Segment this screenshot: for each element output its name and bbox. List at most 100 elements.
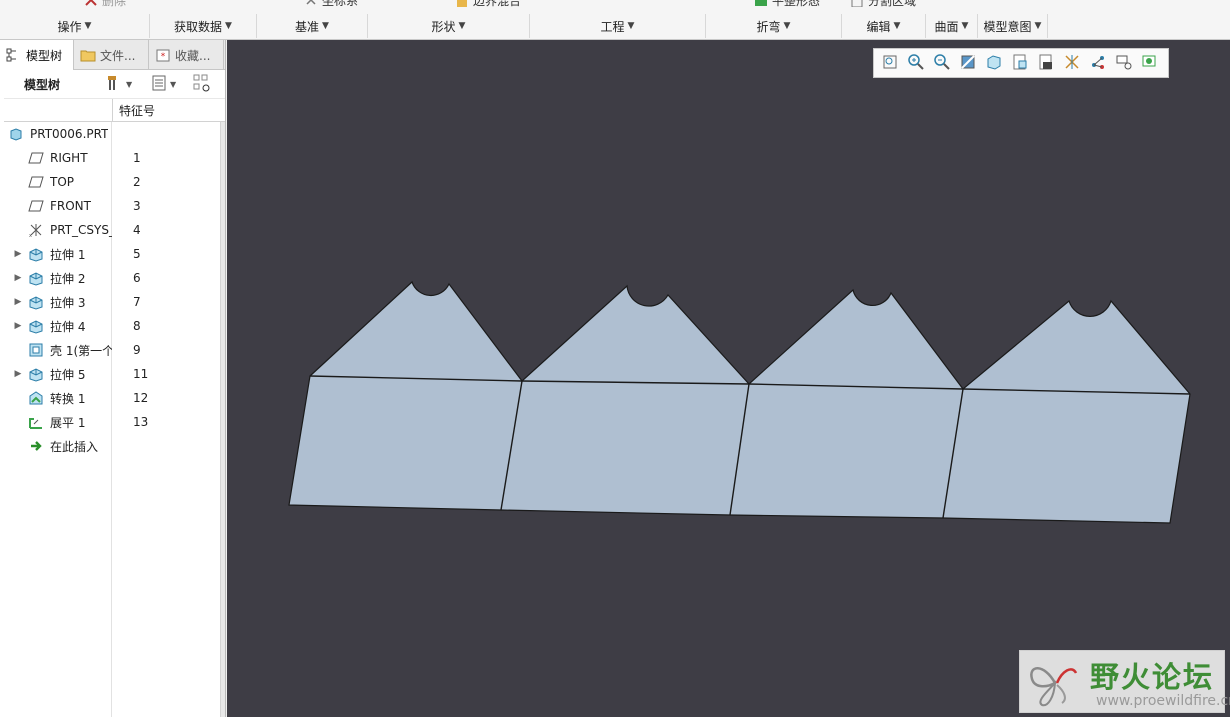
extrude-icon xyxy=(28,270,44,286)
insert-here-icon xyxy=(28,438,44,454)
ribbon-partial-command[interactable]: 平整形态 xyxy=(754,0,820,9)
datum-display-icon xyxy=(1063,53,1081,74)
zoom-in-button[interactable] xyxy=(904,51,928,75)
flat-state-icon xyxy=(754,0,768,7)
butterfly-logo xyxy=(1030,667,1078,707)
tab-folder-browser[interactable]: 文件... xyxy=(74,40,149,70)
tree-node-extrude-5[interactable]: ▶ 拉伸 5 11 xyxy=(4,362,216,386)
caret-down-icon: ▼ xyxy=(961,21,969,31)
caret-down-icon: ▼ xyxy=(893,21,901,31)
caret-down-icon: ▼ xyxy=(1034,21,1042,31)
annotation-display-button[interactable] xyxy=(1112,51,1136,75)
view-toolbar xyxy=(873,48,1169,78)
repaint-icon xyxy=(959,53,977,74)
tree-node-part[interactable]: PRT0006.PRT xyxy=(4,122,216,146)
tools-icon xyxy=(106,74,124,95)
model-tree-toolbar: 模型树 ▼ ▼ xyxy=(0,70,225,98)
ribbon-group-editing[interactable]: 编辑 ▼ xyxy=(842,14,926,38)
datum-display-button[interactable] xyxy=(1060,51,1084,75)
forum-watermark: 野火论坛 www.proewildfire.cn xyxy=(1019,650,1230,713)
tree-node-shell-1[interactable]: 壳 1(第一个 9 xyxy=(4,338,216,362)
appearance-button[interactable] xyxy=(1138,51,1162,75)
ribbon-group-shapes[interactable]: 形状 ▼ xyxy=(368,14,530,38)
ribbon-partial-command[interactable]: 边界混合 xyxy=(455,0,521,9)
feature-number-column[interactable]: 特征号 xyxy=(112,99,216,122)
tree-node-datum-top[interactable]: TOP 2 xyxy=(4,170,216,194)
display-style-button[interactable] xyxy=(982,51,1006,75)
zoom-out-icon xyxy=(933,53,951,74)
ribbon-partial-command[interactable]: 坐标系 xyxy=(304,0,358,9)
favorites-icon: * xyxy=(155,47,171,63)
refit-button[interactable] xyxy=(878,51,902,75)
tree-node-datum-front[interactable]: FRONT 3 xyxy=(4,194,216,218)
tree-node-unbend-1[interactable]: 展平 1 13 xyxy=(4,410,216,434)
spin-center-button[interactable] xyxy=(1086,51,1110,75)
saved-orientations-button[interactable] xyxy=(1008,51,1032,75)
ribbon: 删除 坐标系 边界混合 平整形态 分割区域 操作 ▼ 获取数据 ▼ 基准 ▼ 形状 ▼ … xyxy=(0,0,1230,40)
model-tree-title: 模型树 xyxy=(24,77,61,92)
model-tree-panel: 模型树 文件... * 收藏... 模型树 ▼ ▼ 特征号 PRT0006.PR… xyxy=(0,40,226,717)
tree-node-extrude-2[interactable]: ▶ 拉伸 2 6 xyxy=(4,266,216,290)
datum-plane-icon xyxy=(28,150,44,166)
caret-down-icon: ▼ xyxy=(170,79,177,89)
settings-button[interactable]: ▼ xyxy=(106,74,132,94)
ribbon-group-bends[interactable]: 折弯 ▼ xyxy=(706,14,842,38)
caret-down-icon: ▼ xyxy=(322,21,329,31)
ribbon-group-operations[interactable]: 操作 ▼ xyxy=(0,14,150,38)
ribbon-group-get-data[interactable]: 获取数据 ▼ xyxy=(150,14,257,38)
caret-down-icon: ▼ xyxy=(126,79,133,89)
coordinate-system-icon: x xyxy=(28,222,44,238)
tree-node-extrude-3[interactable]: ▶ 拉伸 3 7 xyxy=(4,290,216,314)
filter-icon xyxy=(192,73,212,96)
ribbon-group-surfaces[interactable]: 曲面 ▼ xyxy=(926,14,978,38)
expand-arrow-icon[interactable]: ▶ xyxy=(13,249,23,259)
datum-plane-icon xyxy=(28,198,44,214)
part-icon xyxy=(8,126,24,142)
ribbon-partial-command[interactable]: 分割区域 xyxy=(850,0,916,9)
caret-down-icon: ▼ xyxy=(783,21,791,31)
navigator-tabs: 模型树 文件... * 收藏... xyxy=(0,40,225,70)
ribbon-partial-command[interactable]: 删除 xyxy=(84,0,126,9)
tree-scrollbar[interactable] xyxy=(220,122,225,717)
tree-node-convert-1[interactable]: 转换 1 12 xyxy=(4,386,216,410)
expand-arrow-icon[interactable]: ▶ xyxy=(13,273,23,283)
ribbon-group-model-intent[interactable]: 模型意图 ▼ xyxy=(978,14,1048,38)
zoom-out-button[interactable] xyxy=(930,51,954,75)
tab-favorites[interactable]: * 收藏... xyxy=(149,40,224,70)
ribbon-group-datum[interactable]: 基准 ▼ xyxy=(257,14,368,38)
list-icon xyxy=(150,74,168,95)
show-button[interactable]: ▼ xyxy=(150,74,176,94)
tree-node-csys[interactable]: x PRT_CSYS_ 4 xyxy=(4,218,216,242)
refit-icon xyxy=(881,53,899,74)
tree-node-insert-here[interactable]: 在此插入 xyxy=(4,434,216,458)
graphics-window[interactable]: 野火论坛 www.proewildfire.cn xyxy=(227,40,1230,717)
sheet-outline[interactable] xyxy=(288,280,1191,524)
flat-pattern-model[interactable] xyxy=(227,40,1230,717)
tree-filter-button[interactable] xyxy=(192,74,212,94)
svg-text:*: * xyxy=(161,52,166,62)
tree-node-datum-right[interactable]: RIGHT 1 xyxy=(4,146,216,170)
tree-column-header: 特征号 xyxy=(4,98,225,122)
boundary-blend-icon xyxy=(455,0,469,7)
expand-arrow-icon[interactable]: ▶ xyxy=(13,369,23,379)
split-area-icon xyxy=(850,0,864,8)
datum-plane-icon xyxy=(28,174,44,190)
expand-arrow-icon[interactable]: ▶ xyxy=(13,297,23,307)
shell-icon xyxy=(28,342,44,358)
view-manager-button[interactable] xyxy=(1034,51,1058,75)
spin-center-icon xyxy=(1089,53,1107,74)
caret-down-icon: ▼ xyxy=(225,21,232,31)
watermark-title: 野火论坛 xyxy=(1090,660,1215,694)
tree-node-extrude-4[interactable]: ▶ 拉伸 4 8 xyxy=(4,314,216,338)
extrude-icon xyxy=(28,246,44,262)
ribbon-group-engineering[interactable]: 工程 ▼ xyxy=(530,14,706,38)
extrude-icon xyxy=(28,366,44,382)
tab-model-tree[interactable]: 模型树 xyxy=(0,40,74,70)
folder-icon xyxy=(80,47,96,63)
repaint-button[interactable] xyxy=(956,51,980,75)
zoom-in-icon xyxy=(907,53,925,74)
saved-orientations-icon xyxy=(1011,53,1029,74)
tree-node-extrude-1[interactable]: ▶ 拉伸 1 5 xyxy=(4,242,216,266)
expand-arrow-icon[interactable]: ▶ xyxy=(13,321,23,331)
annotation-display-icon xyxy=(1115,53,1133,74)
